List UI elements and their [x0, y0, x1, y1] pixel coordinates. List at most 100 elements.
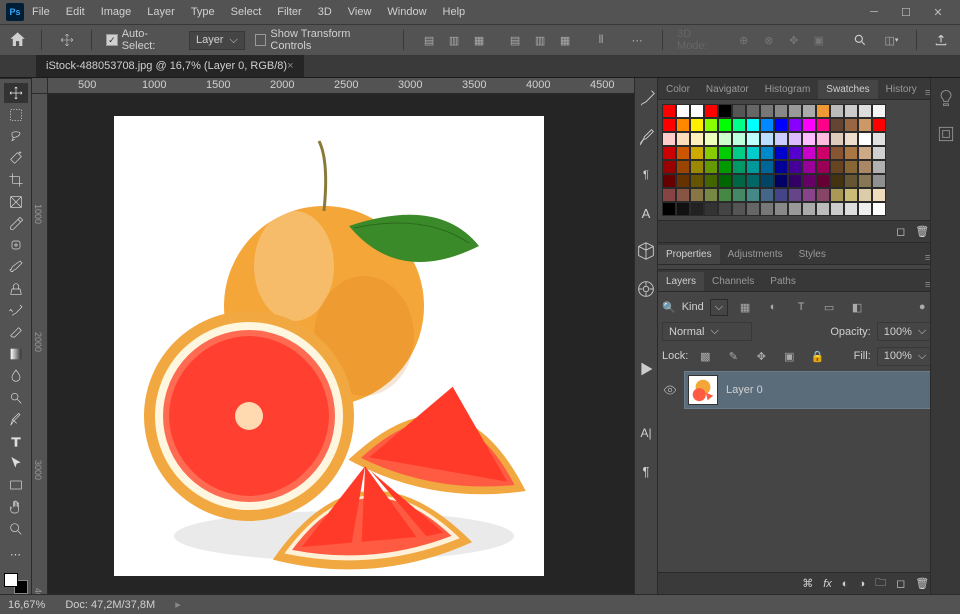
- swatch[interactable]: [802, 146, 816, 160]
- tab-layers[interactable]: Layers: [658, 272, 704, 291]
- swatch[interactable]: [676, 188, 690, 202]
- swatch[interactable]: [732, 202, 746, 216]
- swatch[interactable]: [830, 118, 844, 132]
- move-tool-icon[interactable]: [56, 29, 77, 51]
- status-arrow-icon[interactable]: ▸: [175, 598, 181, 611]
- rectangle-tool[interactable]: [4, 475, 28, 495]
- play-actions-icon[interactable]: [635, 358, 657, 380]
- brush-panel-icon[interactable]: [635, 88, 657, 110]
- tab-swatches[interactable]: Swatches: [818, 80, 877, 99]
- swatch[interactable]: [704, 146, 718, 160]
- filter-shape-icon[interactable]: ▭: [818, 296, 840, 318]
- tab-color[interactable]: Color: [658, 80, 698, 99]
- swatch[interactable]: [662, 188, 676, 202]
- zoom-level[interactable]: 16,67%: [8, 599, 45, 611]
- menu-filter[interactable]: Filter: [269, 2, 309, 22]
- swatch[interactable]: [872, 188, 886, 202]
- menu-edit[interactable]: Edit: [58, 2, 93, 22]
- libraries-icon[interactable]: [635, 278, 657, 300]
- document-tab[interactable]: iStock-488053708.jpg @ 16,7% (Layer 0, R…: [36, 55, 304, 77]
- marquee-tool[interactable]: [4, 105, 28, 125]
- swatch[interactable]: [760, 174, 774, 188]
- swatch[interactable]: [746, 146, 760, 160]
- swatch[interactable]: [732, 174, 746, 188]
- edit-toolbar-icon[interactable]: ⋯: [4, 545, 28, 565]
- swatch[interactable]: [858, 188, 872, 202]
- swatch[interactable]: [774, 188, 788, 202]
- swatch[interactable]: [830, 202, 844, 216]
- lock-artboard-icon[interactable]: ▣: [778, 345, 800, 367]
- ruler-origin[interactable]: [32, 78, 48, 94]
- crop-tool[interactable]: [4, 170, 28, 190]
- blur-tool[interactable]: [4, 366, 28, 386]
- swatch[interactable]: [788, 132, 802, 146]
- swatch[interactable]: [718, 132, 732, 146]
- tab-properties[interactable]: Properties: [658, 245, 720, 264]
- swatch[interactable]: [844, 174, 858, 188]
- more-options-icon[interactable]: ⋯: [626, 29, 648, 51]
- layer-thumbnail[interactable]: [688, 375, 718, 405]
- swatch[interactable]: [662, 160, 676, 174]
- home-icon[interactable]: [8, 30, 27, 50]
- opacity-input[interactable]: 100%⌵: [877, 322, 933, 341]
- swatch[interactable]: [732, 104, 746, 118]
- swatch[interactable]: [718, 146, 732, 160]
- auto-select-checkbox[interactable]: ✓: [106, 34, 118, 46]
- swatch[interactable]: [704, 132, 718, 146]
- new-fill-layer-icon[interactable]: ◑: [858, 578, 865, 590]
- tab-histogram[interactable]: Histogram: [757, 80, 819, 99]
- new-group-icon[interactable]: 🗀: [875, 574, 886, 593]
- lock-transparent-icon[interactable]: ▩: [694, 345, 716, 367]
- swatch[interactable]: [858, 174, 872, 188]
- swatch[interactable]: [690, 146, 704, 160]
- tab-adjustments[interactable]: Adjustments: [720, 245, 791, 264]
- foreground-background-colors[interactable]: [4, 573, 28, 595]
- close-button[interactable]: ✕: [922, 3, 954, 21]
- swatch[interactable]: [676, 160, 690, 174]
- swatch[interactable]: [844, 188, 858, 202]
- swatch[interactable]: [774, 202, 788, 216]
- swatch[interactable]: [662, 118, 676, 132]
- filter-adjust-icon[interactable]: ◐: [762, 296, 784, 318]
- swatch[interactable]: [830, 146, 844, 160]
- delete-layer-icon[interactable]: 🗑: [915, 577, 929, 590]
- panel-menu-icon[interactable]: ≡: [804, 279, 937, 291]
- swatch[interactable]: [662, 174, 676, 188]
- swatch[interactable]: [746, 174, 760, 188]
- align-left-icon[interactable]: ▤: [418, 29, 440, 51]
- close-tab-icon[interactable]: ×: [287, 60, 293, 72]
- swatch[interactable]: [830, 188, 844, 202]
- swatch[interactable]: [704, 202, 718, 216]
- swatch[interactable]: [676, 202, 690, 216]
- swatch[interactable]: [816, 160, 830, 174]
- fill-input[interactable]: 100%⌵: [877, 347, 933, 366]
- swatch[interactable]: [788, 104, 802, 118]
- swatch[interactable]: [844, 160, 858, 174]
- swatch[interactable]: [676, 146, 690, 160]
- frame-tool[interactable]: [4, 192, 28, 212]
- swatch[interactable]: [816, 118, 830, 132]
- hand-tool[interactable]: [4, 497, 28, 517]
- swatch[interactable]: [788, 202, 802, 216]
- swatch[interactable]: [830, 104, 844, 118]
- doc-size[interactable]: Doc: 47,2M/37,8M: [65, 599, 155, 611]
- distribute-icon[interactable]: ⫴: [590, 29, 612, 51]
- tab-styles[interactable]: Styles: [791, 245, 834, 264]
- lock-image-icon[interactable]: ✎: [722, 345, 744, 367]
- glyphs-a-icon[interactable]: A|: [635, 422, 657, 444]
- swatch[interactable]: [760, 104, 774, 118]
- swatch[interactable]: [774, 132, 788, 146]
- layer-visibility-toggle[interactable]: [662, 382, 678, 398]
- swatch[interactable]: [760, 188, 774, 202]
- swatch[interactable]: [662, 104, 676, 118]
- swatch[interactable]: [872, 160, 886, 174]
- 3d-panel-icon[interactable]: [635, 240, 657, 262]
- swatch[interactable]: [760, 202, 774, 216]
- zoom-tool[interactable]: [4, 519, 28, 539]
- swatch[interactable]: [830, 132, 844, 146]
- swatch[interactable]: [844, 146, 858, 160]
- swatch[interactable]: [788, 146, 802, 160]
- swatch[interactable]: [690, 132, 704, 146]
- swatch[interactable]: [858, 160, 872, 174]
- swatch[interactable]: [802, 174, 816, 188]
